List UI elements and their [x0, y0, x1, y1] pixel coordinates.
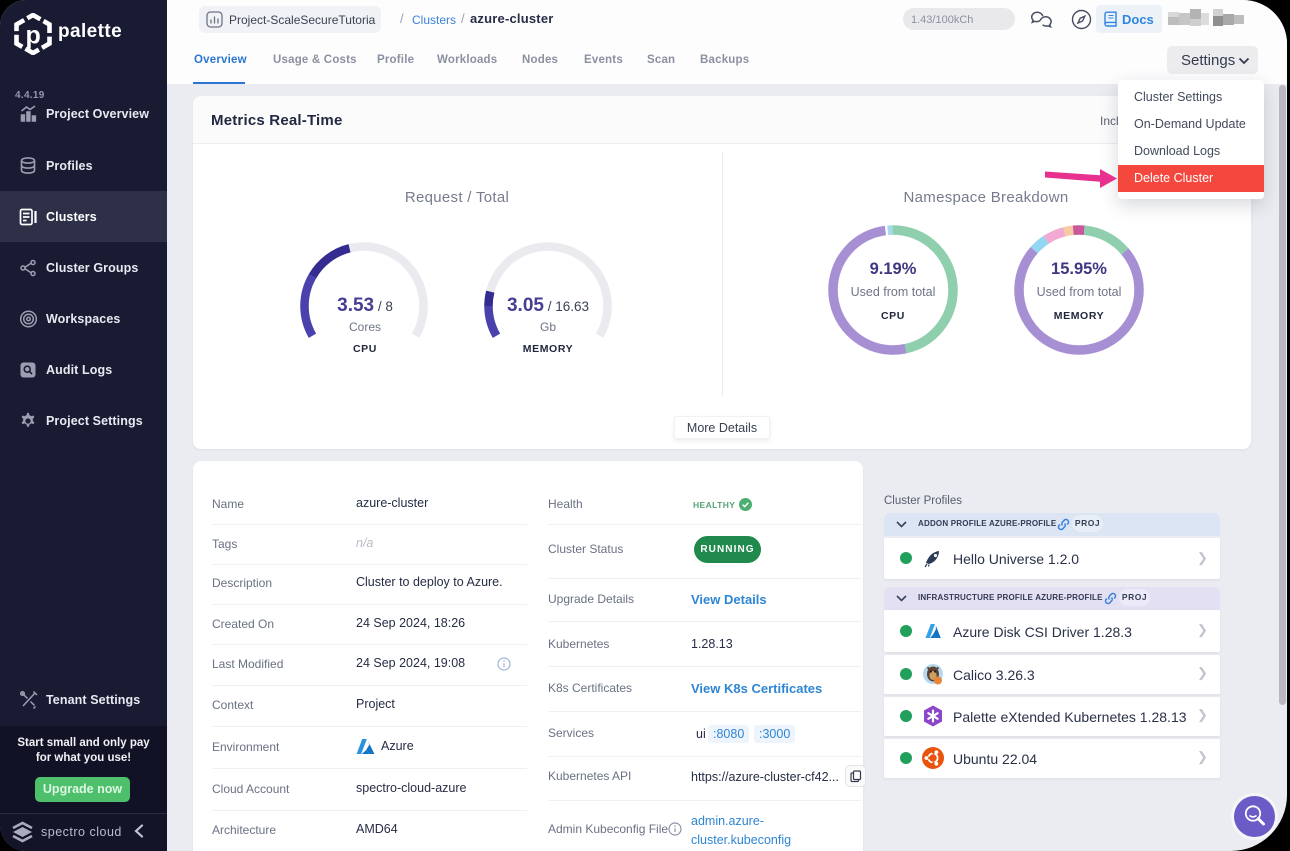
svg-text:p: p [26, 22, 41, 50]
